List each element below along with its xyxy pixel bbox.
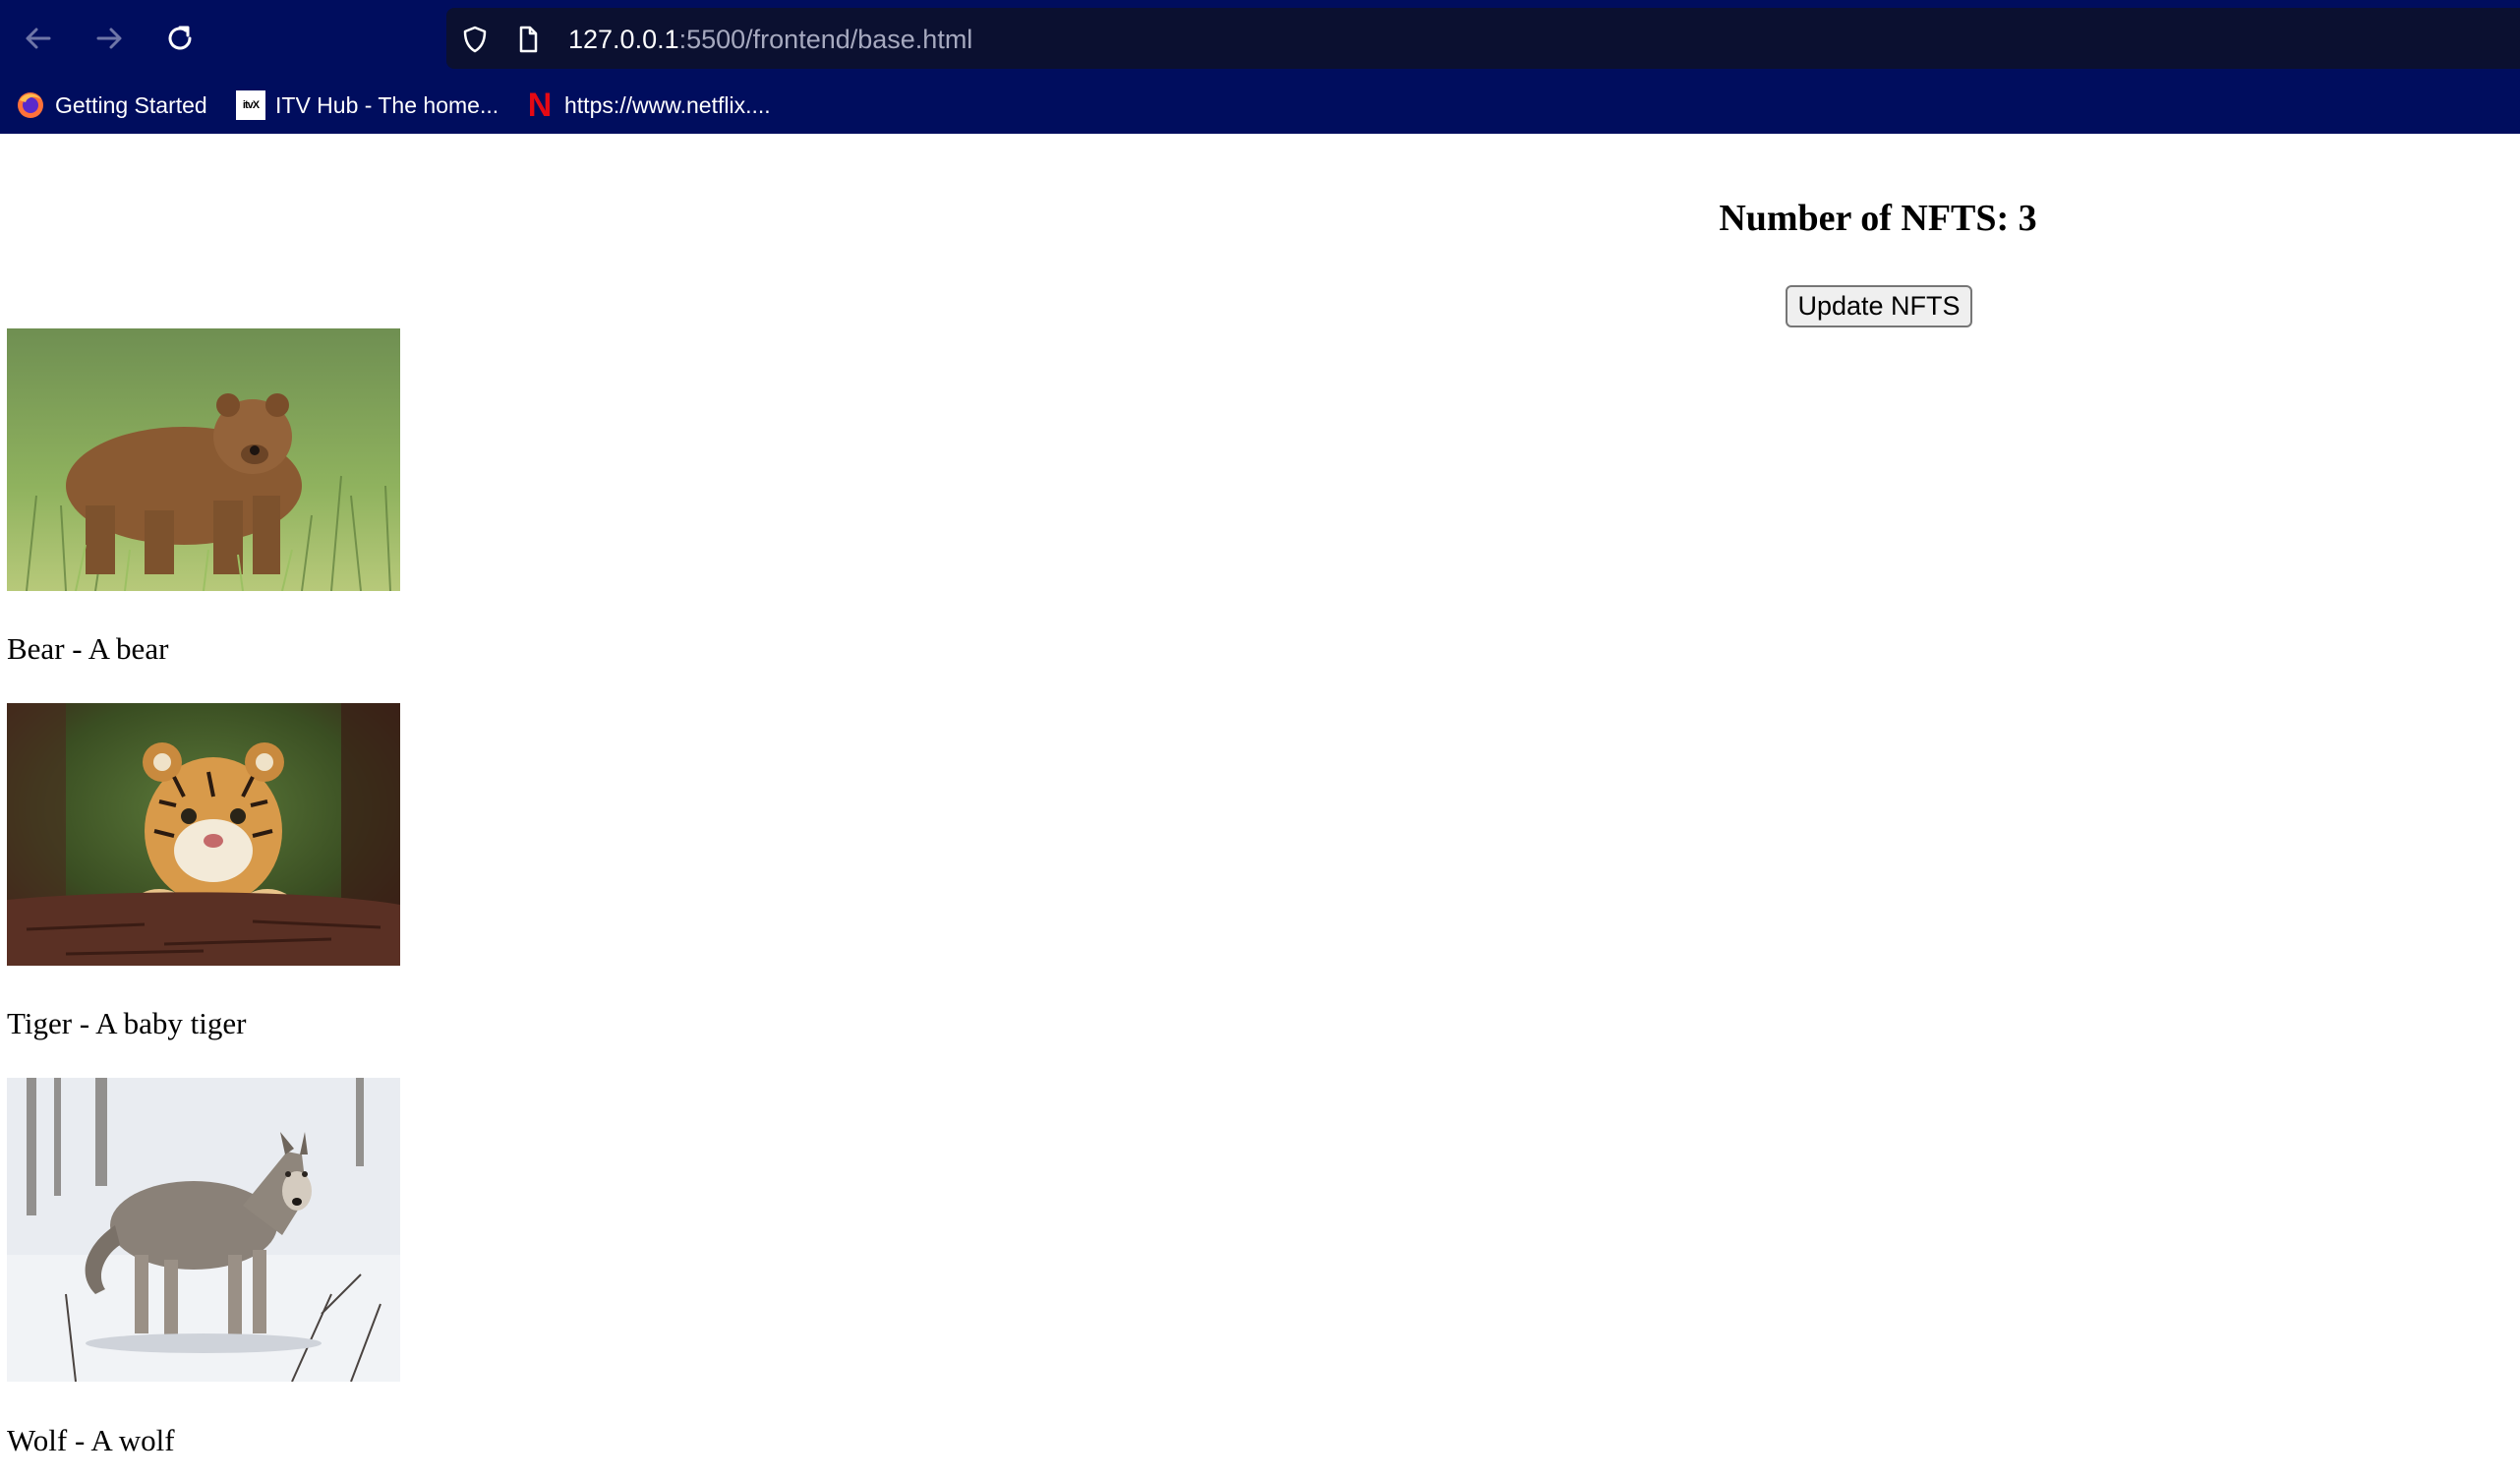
tiger-image	[7, 703, 400, 966]
back-button[interactable]	[14, 14, 63, 63]
bookmarks-bar: Getting Started itvX ITV Hub - The home.…	[0, 77, 2520, 134]
itv-logo-icon: itvX	[236, 90, 265, 120]
wolf-image	[7, 1078, 400, 1382]
page-icon[interactable]	[513, 25, 543, 54]
bookmark-netflix[interactable]: N https://www.netflix....	[525, 77, 771, 134]
reload-icon	[168, 26, 192, 50]
bookmark-itv-hub[interactable]: itvX ITV Hub - The home...	[236, 77, 498, 134]
nft-count-heading: Number of NFTS: 3	[1719, 198, 2037, 239]
nft-caption-bear: Bear - A bear	[7, 631, 169, 666]
back-arrow-icon	[26, 28, 51, 49]
browser-toolbar: 127.0.0.1:5500/frontend/base.html	[0, 0, 2520, 77]
forward-button[interactable]	[85, 14, 134, 63]
update-nfts-button[interactable]: Update NFTS	[1786, 285, 1972, 327]
url-host: 127.0.0.1	[568, 25, 679, 54]
url-text[interactable]: 127.0.0.1:5500/frontend/base.html	[568, 24, 972, 55]
nft-caption-tiger: Tiger - A baby tiger	[7, 1006, 247, 1040]
netflix-icon: N	[527, 87, 553, 124]
bookmark-label: ITV Hub - The home...	[275, 91, 499, 118]
url-path: :5500/frontend/base.html	[678, 25, 973, 54]
nft-caption-wolf: Wolf - A wolf	[7, 1423, 175, 1457]
firefox-icon	[16, 90, 45, 120]
bookmark-label: Getting Started	[55, 91, 207, 118]
forward-arrow-icon	[96, 28, 122, 49]
bookmark-label: https://www.netflix....	[564, 91, 771, 118]
bookmark-getting-started[interactable]: Getting Started	[16, 77, 207, 134]
address-bar[interactable]: 127.0.0.1:5500/frontend/base.html	[446, 8, 2520, 69]
reload-button[interactable]	[155, 14, 205, 63]
bear-image	[7, 328, 400, 591]
shield-icon[interactable]	[460, 25, 490, 54]
